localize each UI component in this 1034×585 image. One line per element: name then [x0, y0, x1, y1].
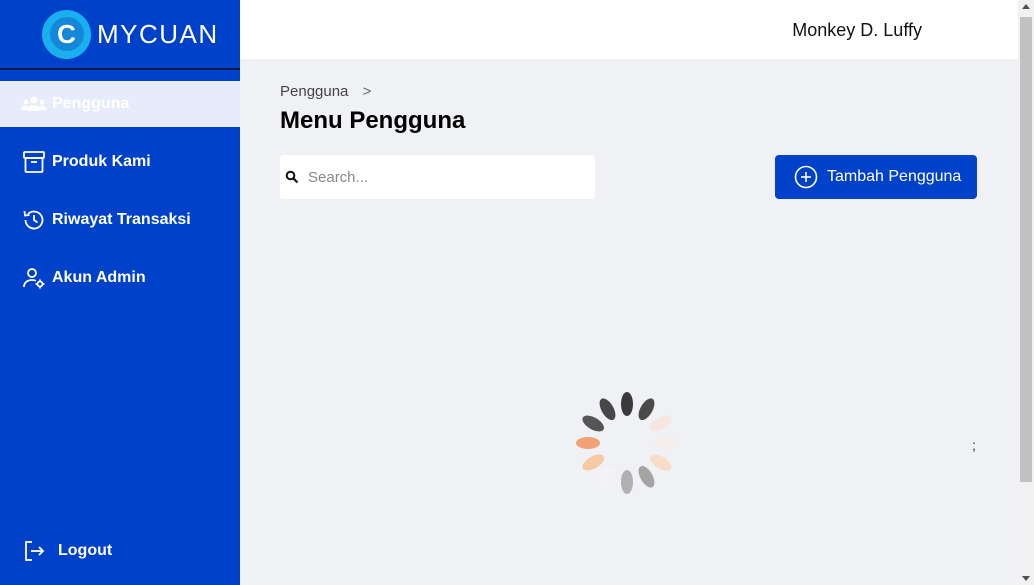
search-input[interactable] — [306, 167, 580, 187]
scroll-down-arrow-icon[interactable] — [1022, 576, 1030, 581]
sidebar-item-riwayat-transaksi[interactable]: Riwayat Transaksi — [0, 197, 240, 243]
add-user-label: Tambah Pengguna — [827, 168, 962, 185]
scroll-up-arrow-icon[interactable] — [1022, 4, 1030, 9]
top-bar: Monkey D. Luffy — [240, 0, 1018, 59]
breadcrumb-current[interactable]: Pengguna — [280, 83, 348, 100]
search-icon — [285, 169, 301, 185]
app-logo[interactable]: C MYCUAN — [42, 9, 219, 59]
add-user-button[interactable]: Tambah Pengguna — [775, 155, 977, 199]
archive-box-icon — [21, 149, 47, 175]
vertical-scrollbar[interactable] — [1018, 0, 1034, 585]
sidebar-divider — [0, 68, 240, 70]
users-icon — [21, 91, 47, 117]
sidebar-item-label: Akun Admin — [52, 269, 146, 286]
breadcrumb: Pengguna > — [280, 83, 371, 100]
loading-spinner — [574, 390, 680, 496]
page-title: Menu Pengguna — [280, 107, 466, 134]
scrollbar-thumb[interactable] — [1020, 17, 1032, 482]
stray-text: ; — [972, 437, 976, 453]
sidebar-item-label: Riwayat Transaksi — [52, 211, 191, 228]
logo-letter: C — [49, 17, 84, 51]
sidebar: C MYCUAN Pengguna Produk Kami Riwayat Tr… — [0, 0, 240, 585]
sidebar-item-akun-admin[interactable]: Akun Admin — [0, 255, 240, 301]
user-cog-icon — [21, 265, 47, 291]
logout-button[interactable]: Logout — [0, 528, 240, 574]
logo-mark: C — [42, 9, 91, 59]
sidebar-item-produk-kami[interactable]: Produk Kami — [0, 139, 240, 185]
history-icon — [21, 207, 47, 233]
user-name[interactable]: Monkey D. Luffy — [792, 20, 922, 41]
search-box — [280, 155, 595, 199]
sidebar-item-label: Produk Kami — [52, 153, 151, 170]
logo-text: MYCUAN — [97, 18, 219, 49]
breadcrumb-separator: > — [362, 83, 372, 100]
sidebar-item-label: Pengguna — [52, 95, 130, 112]
plus-circle-icon — [794, 165, 818, 189]
logout-label: Logout — [58, 542, 113, 559]
logout-icon — [21, 538, 47, 564]
sidebar-item-pengguna[interactable]: Pengguna — [0, 81, 240, 127]
